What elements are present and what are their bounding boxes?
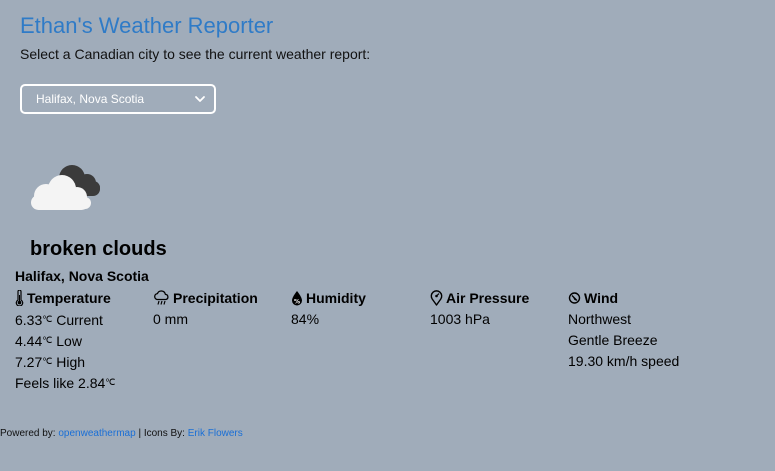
page-subtitle: Select a Canadian city to see the curren…: [20, 46, 371, 62]
humidity-value: 84%: [291, 311, 320, 327]
broken-clouds-icon: [31, 165, 100, 210]
city-select-value: Halifax, Nova Scotia: [36, 92, 145, 106]
svg-text:%: %: [294, 299, 300, 306]
wind-compass-icon: [568, 292, 581, 304]
wind-column: Wind Northwest Gentle Breeze 19.30 km/h …: [568, 290, 706, 374]
temperature-current: 6.33℃ Current: [15, 312, 103, 328]
temperature-header: Temperature: [15, 290, 153, 306]
barometer-icon: [430, 290, 443, 306]
precipitation-value: 0 mm: [153, 311, 188, 327]
thermometer-icon: [15, 290, 24, 306]
wind-label: Wind: [584, 290, 619, 306]
humidity-drop-icon: %: [292, 291, 302, 306]
footer-powered-prefix: Powered by:: [0, 428, 56, 439]
humidity-header: % Humidity: [291, 290, 429, 306]
erik-flowers-link[interactable]: Erik Flowers: [188, 428, 243, 439]
rain-cloud-icon: [154, 290, 169, 305]
air-pressure-label: Air Pressure: [446, 290, 530, 306]
air-pressure-value: 1003 hPa: [430, 311, 490, 327]
temperature-label: Temperature: [27, 290, 111, 306]
precipitation-header: Precipitation: [153, 290, 291, 306]
temperature-column: Temperature 6.33℃ Current 4.44℃ Low 7.27…: [15, 290, 153, 395]
wind-header: Wind: [568, 290, 706, 306]
temperature-feels-like: Feels like 2.84℃: [15, 375, 116, 391]
weather-description: broken clouds: [30, 238, 167, 260]
wind-speed: 19.30 km/h speed: [568, 353, 680, 369]
wind-direction: Northwest: [568, 311, 632, 327]
footer-separator: | Icons By:: [138, 428, 185, 439]
humidity-label: Humidity: [306, 290, 366, 306]
air-pressure-column: Air Pressure 1003 hPa: [430, 290, 568, 332]
page-title: Ethan's Weather Reporter: [20, 13, 274, 38]
temperature-high: 7.27℃ High: [15, 354, 86, 370]
temperature-low: 4.44℃ Low: [15, 333, 82, 349]
openweathermap-link[interactable]: openweathermap: [58, 428, 135, 439]
wind-beaufort: Gentle Breeze: [568, 332, 658, 348]
precipitation-label: Precipitation: [173, 290, 258, 306]
weather-location: Halifax, Nova Scotia: [15, 268, 149, 284]
precipitation-column: Precipitation 0 mm: [153, 290, 291, 332]
chevron-down-icon: [195, 96, 205, 102]
air-pressure-header: Air Pressure: [430, 290, 568, 306]
city-select[interactable]: Halifax, Nova Scotia: [20, 84, 216, 114]
footer-credits: Powered by: openweathermap | Icons By: E…: [0, 428, 243, 439]
humidity-column: % Humidity 84%: [291, 290, 429, 332]
